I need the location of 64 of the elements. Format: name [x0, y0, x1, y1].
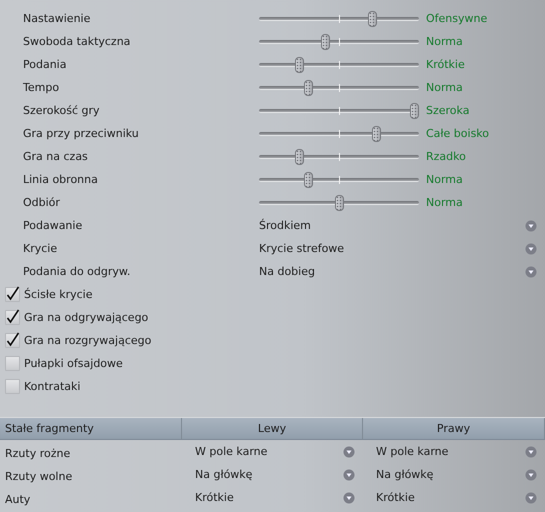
slider-thumb[interactable] — [368, 10, 378, 26]
slider-thumb[interactable] — [410, 102, 419, 118]
dropdown[interactable]: Na główkę — [182, 468, 363, 481]
slider[interactable] — [259, 34, 419, 50]
column-header: Lewy — [182, 418, 363, 439]
checkbox-label: Ścisłe krycie — [24, 288, 92, 301]
slider-value: Norma — [426, 81, 463, 94]
dropdown[interactable]: Krycie strefowe — [259, 242, 545, 255]
slider-label: Podania — [22, 58, 68, 71]
slider[interactable] — [259, 80, 419, 96]
slider[interactable] — [259, 102, 419, 118]
slider-label: Gra na czas — [22, 150, 89, 163]
dropdown[interactable]: W pole karne — [182, 445, 363, 458]
slider-label: Nastawienie — [22, 12, 92, 25]
table-cell-text: Rzuty rożne — [4, 446, 72, 460]
column-header: Stałe fragmenty — [0, 418, 182, 439]
slider-value: Całe boisko — [426, 127, 490, 140]
slider-thumb[interactable] — [372, 126, 382, 142]
slider-label: Swoboda taktyczna — [22, 35, 132, 48]
checkbox-label: Gra na rozgrywającego — [24, 334, 152, 347]
slider-label: Linia obronna — [22, 173, 99, 186]
slider[interactable] — [259, 10, 419, 26]
slider-thumb[interactable] — [334, 194, 344, 210]
slider[interactable] — [259, 194, 419, 210]
checkbox[interactable] — [5, 287, 20, 302]
column-header: Prawy — [363, 418, 545, 439]
dropdown-label: Podania do odgryw. — [22, 265, 132, 278]
slider[interactable] — [259, 148, 419, 164]
slider-value: Ofensywne — [426, 12, 488, 25]
slider-value: Norma — [426, 196, 463, 209]
slider-value: Norma — [426, 173, 463, 186]
slider[interactable] — [259, 56, 419, 72]
table-cell-text: Rzuty wolne — [4, 468, 74, 482]
dropdown-label: Krycie — [22, 242, 58, 255]
slider-thumb[interactable] — [295, 148, 304, 164]
table-cell-text: Auty — [4, 492, 32, 506]
slider-label: Szerokość gry — [22, 104, 101, 117]
slider-label: Gra przy przeciwniku — [22, 127, 140, 140]
checkbox[interactable] — [5, 333, 20, 348]
slider-thumb[interactable] — [320, 34, 330, 50]
checkbox[interactable] — [5, 356, 20, 371]
slider-value: Szeroka — [426, 104, 470, 117]
checkbox-label: Gra na odgrywającego — [24, 311, 148, 324]
dropdown[interactable]: Na dobieg — [259, 265, 545, 278]
checkbox[interactable] — [5, 310, 20, 325]
dropdown[interactable]: Krótkie — [363, 491, 545, 504]
slider-label: Odbiór — [22, 196, 61, 209]
dropdown[interactable]: Na główkę — [363, 468, 545, 481]
checkbox[interactable] — [5, 379, 20, 394]
dropdown[interactable]: Krótkie — [182, 491, 363, 504]
slider-value: Norma — [426, 35, 463, 48]
slider-value: Krótkie — [426, 58, 465, 71]
dropdown[interactable]: W pole karne — [363, 445, 545, 458]
slider-label: Tempo — [22, 81, 60, 94]
checkbox-label: Pułapki ofsajdowe — [24, 357, 123, 370]
slider-thumb[interactable] — [304, 80, 314, 96]
slider-value: Rzadko — [426, 150, 466, 163]
checkbox-label: Kontrataki — [24, 380, 80, 393]
slider[interactable] — [259, 126, 419, 142]
slider-thumb[interactable] — [295, 56, 304, 72]
slider[interactable] — [259, 172, 419, 188]
dropdown[interactable]: Środkiem — [259, 219, 545, 232]
slider-thumb[interactable] — [304, 172, 314, 188]
dropdown-label: Podawanie — [22, 219, 84, 232]
